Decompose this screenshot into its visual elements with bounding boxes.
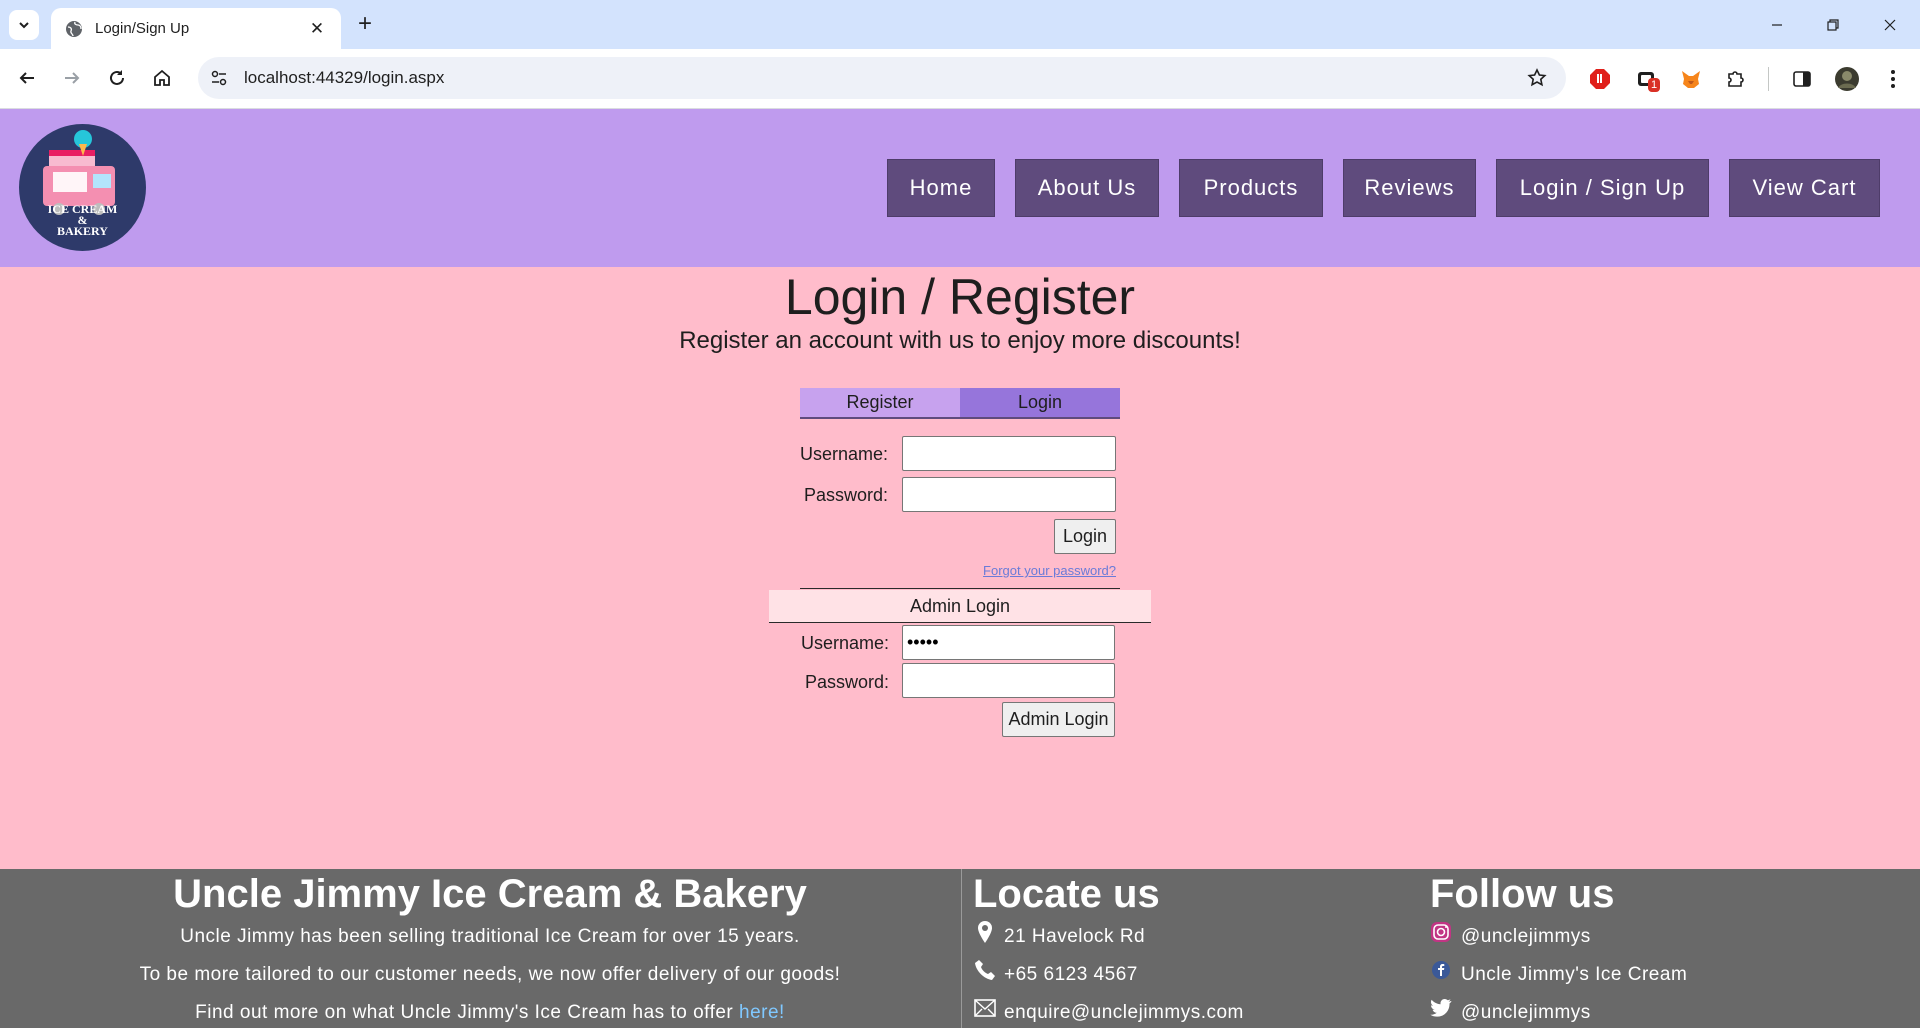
new-tab-icon[interactable]: + [352,12,378,38]
toolbar-separator [1768,67,1769,91]
url-text: localhost:44329/login.aspx [244,68,445,87]
footer-about-title: Uncle Jimmy Ice Cream & Bakery [173,872,807,916]
page-subtitle: Register an account with us to enjoy mor… [679,327,1241,354]
adblock-extension-icon[interactable] [1587,66,1613,92]
extensions-puzzle-icon[interactable] [1723,66,1749,92]
address-bar[interactable]: localhost:44329/login.aspx [198,57,1566,99]
footer-column-divider [961,869,962,1028]
location-pin-icon [974,920,996,944]
extension-badge-icon[interactable]: 1 [1634,66,1661,92]
footer-phone: +65 6123 4567 [1004,964,1138,985]
window-close-icon[interactable] [1875,10,1905,40]
footer-follow-title: Follow us [1430,872,1615,916]
browser-menu-icon[interactable] [1880,66,1906,92]
site-footer: Uncle Jimmy Ice Cream & Bakery Uncle Jim… [0,869,1920,1028]
footer-address: 21 Havelock Rd [1004,926,1146,947]
admin-password-label: Password: [804,672,889,692]
footer-twitter-handle[interactable]: @unclejimmys [1461,1002,1591,1024]
nav-home-button[interactable]: Home [887,159,995,217]
minimize-icon[interactable] [1762,10,1792,40]
footer-about-line3-wrap: Find out more on what Uncle Jimmy's Ice … [0,1002,980,1024]
phone-icon [974,958,996,982]
home-icon[interactable] [147,63,177,93]
admin-password-input[interactable] [902,663,1115,698]
reload-icon[interactable] [102,63,132,93]
footer-here-link[interactable]: here! [739,1002,785,1023]
admin-username-label: Username: [800,633,889,653]
password-label: Password: [803,485,888,505]
facebook-icon[interactable] [1430,958,1452,982]
site-header: ICE CREAM & BAKERY Home About Us Product… [0,109,1920,267]
footer-about-line1: Uncle Jimmy has been selling traditional… [180,926,800,947]
username-input[interactable] [902,436,1116,471]
site-info-icon[interactable] [202,61,236,95]
footer-about-line2: To be more tailored to our customer need… [139,964,841,985]
admin-login-heading: Admin Login [769,590,1151,622]
auth-tabs: Register Login [800,388,1120,419]
extension-badge-count: 1 [1648,78,1661,92]
password-input[interactable] [902,477,1116,512]
username-label: Username: [799,444,888,464]
instagram-icon[interactable] [1430,920,1452,944]
admin-login-button[interactable]: Admin Login [1002,702,1115,737]
metamask-fox-icon[interactable] [1678,66,1704,92]
chevron-down-icon [19,22,29,29]
footer-locate-title: Locate us [973,872,1160,916]
envelope-icon [974,996,996,1020]
browser-toolbar: localhost:44329/login.aspx 1 [0,49,1920,109]
restore-icon[interactable] [1818,10,1848,40]
nav-products-button[interactable]: Products [1179,159,1323,217]
tab-title: Login/Sign Up [95,20,190,37]
footer-email[interactable]: enquire@unclejimmys.com [1004,1002,1244,1024]
twitter-icon[interactable] [1430,996,1452,1020]
admin-divider [769,622,1151,623]
globe-icon [66,20,82,37]
tab-close-icon[interactable]: ✕ [307,19,327,39]
browser-tab-bar: Login/Sign Up ✕ + [0,0,1920,49]
nav-view-cart-button[interactable]: View Cart [1729,159,1880,217]
forgot-password-link[interactable]: Forgot your password? [970,563,1116,578]
back-icon[interactable] [12,63,42,93]
browser-tab-active[interactable]: Login/Sign Up ✕ [51,8,341,49]
tab-register[interactable]: Register [800,388,960,417]
bookmark-star-icon[interactable] [1522,63,1552,93]
profile-avatar[interactable] [1834,66,1860,92]
page-title: Login / Register [784,269,1136,325]
footer-facebook-name[interactable]: Uncle Jimmy's Ice Cream [1461,964,1687,986]
site-logo[interactable]: ICE CREAM & BAKERY [19,124,146,251]
section-divider [800,588,1120,589]
nav-reviews-button[interactable]: Reviews [1343,159,1476,217]
nav-login-signup-button[interactable]: Login / Sign Up [1496,159,1709,217]
admin-username-input[interactable]: ••••• [902,625,1115,660]
tab-login[interactable]: Login [960,388,1120,417]
nav-about-button[interactable]: About Us [1015,159,1159,217]
tab-list-button[interactable] [9,10,39,40]
login-button[interactable]: Login [1054,519,1116,554]
footer-instagram-handle[interactable]: @unclejimmys [1461,926,1591,948]
forward-icon[interactable] [57,63,87,93]
logo-text-line3: BAKERY [57,224,108,238]
footer-about-line3: Find out more on what Uncle Jimmy's Ice … [195,1002,734,1023]
side-panel-icon[interactable] [1789,66,1815,92]
